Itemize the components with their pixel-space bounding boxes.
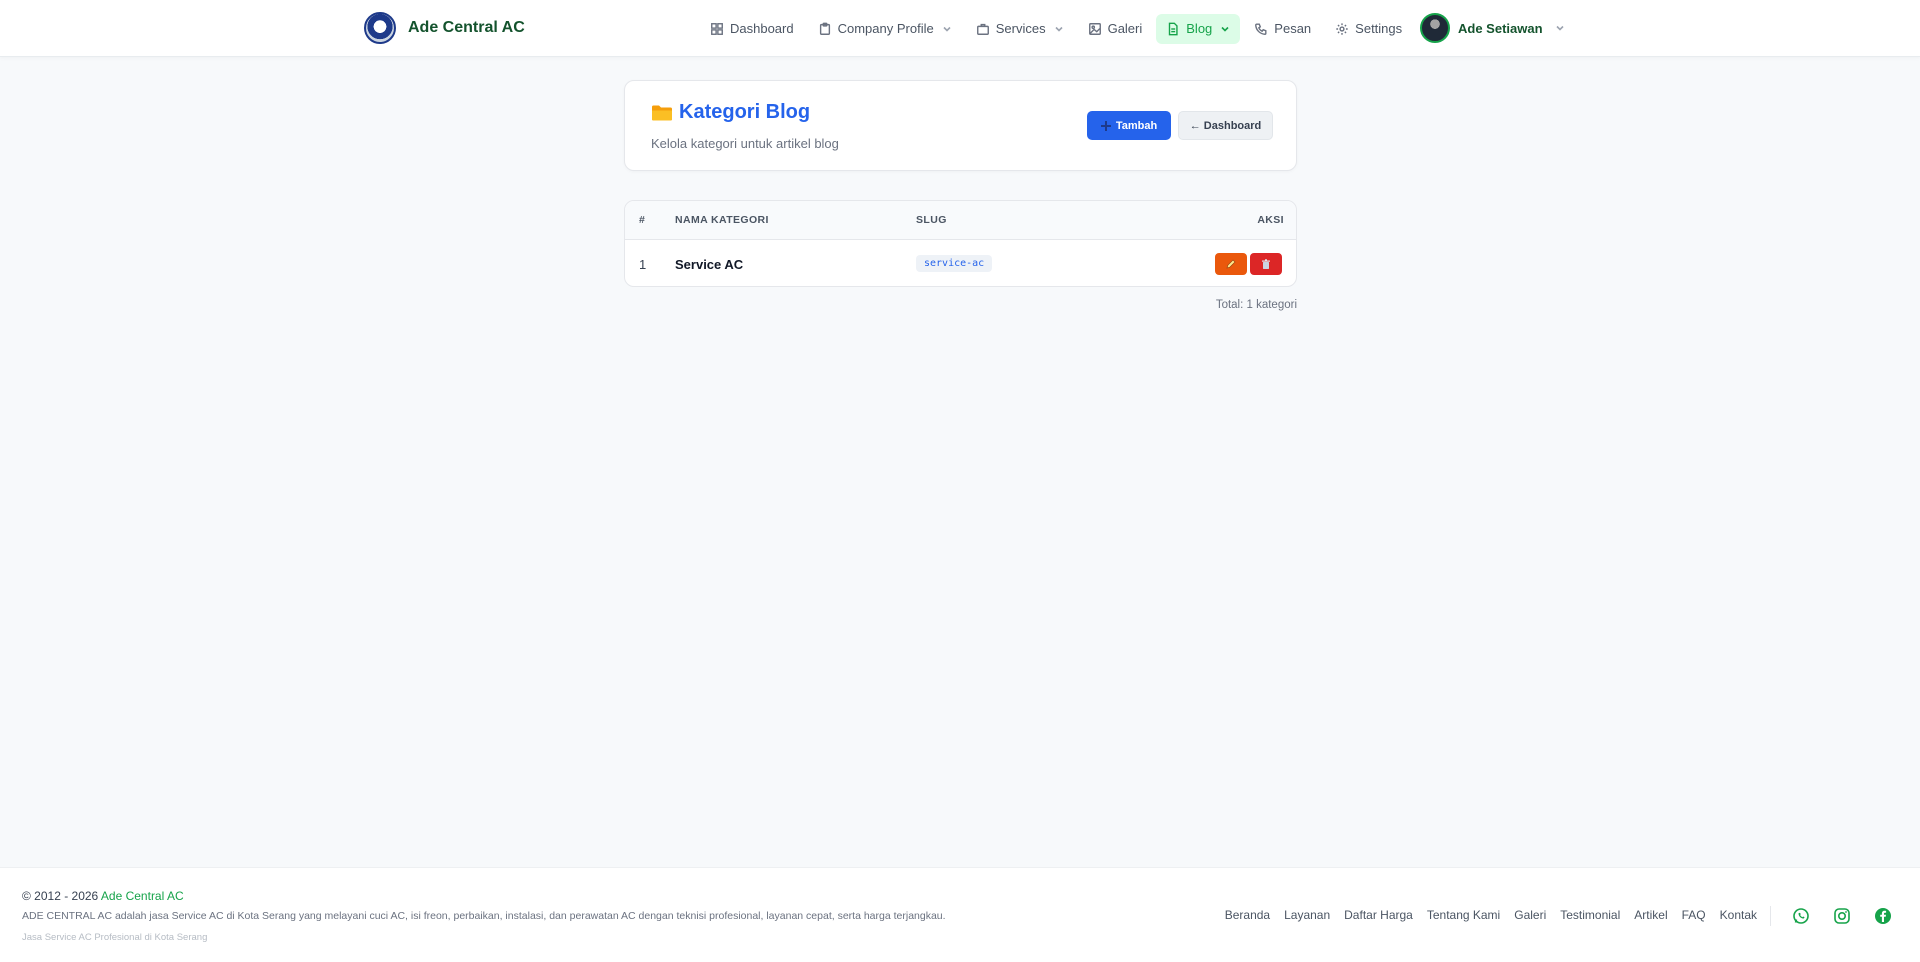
add-category-button[interactable]: Tambah [1087, 111, 1171, 140]
nav-item-label: Galeri [1107, 21, 1143, 36]
row-number: 1 [639, 257, 647, 272]
user-name: Ade Setiawan [1458, 20, 1543, 36]
user-menu[interactable]: Ade Setiawan [1420, 13, 1565, 43]
page-title-text: Kategori Blog [679, 101, 811, 123]
nav-item-company-profile[interactable]: Company Profile [808, 14, 962, 44]
page-header-card: Kategori Blog Kelola kategori untuk arti… [624, 80, 1297, 171]
top-navbar: Ade Central AC Dashboard Company Profile… [0, 0, 1920, 57]
footer-link-testimonial[interactable]: Testimonial [1560, 908, 1620, 922]
footer-brand-link[interactable]: Ade Central AC [101, 889, 184, 903]
edit-button[interactable] [1215, 253, 1247, 275]
folder-icon [651, 104, 673, 122]
avatar [1420, 13, 1450, 43]
add-button-label: Tambah [1115, 119, 1158, 132]
back-to-dashboard-button[interactable]: ← Dashboard [1178, 111, 1273, 140]
whatsapp-icon[interactable] [1791, 906, 1811, 926]
delete-button[interactable] [1250, 253, 1282, 275]
category-slug: service-ac [916, 255, 993, 272]
footer-link-daftar-harga[interactable]: Daftar Harga [1344, 908, 1413, 922]
footer-link-layanan[interactable]: Layanan [1284, 908, 1330, 922]
chevron-down-icon [943, 26, 951, 32]
footer-divider [1770, 906, 1771, 926]
clipboard-icon [819, 22, 830, 35]
brand-logo [364, 12, 396, 44]
nav-menu: Dashboard Company Profile Services Galer… [700, 13, 1412, 44]
footer-link-tentang-kami[interactable]: Tentang Kami [1427, 908, 1500, 922]
footer: © 2012 - 2026 Ade Central AC ADE CENTRAL… [0, 867, 1920, 962]
footer-copyright: © 2012 - 2026 Ade Central AC [22, 889, 184, 903]
footer-link-beranda[interactable]: Beranda [1225, 908, 1270, 922]
category-name: Service AC [675, 257, 744, 272]
nav-item-galeri[interactable]: Galeri [1078, 14, 1153, 44]
nav-item-dashboard[interactable]: Dashboard [700, 14, 804, 44]
image-icon [1088, 22, 1101, 35]
nav-item-blog[interactable]: Blog [1156, 13, 1241, 44]
table-row: 1 Service AC service-ac [625, 241, 1296, 286]
page-subtitle: Kelola kategori untuk artikel blog [651, 136, 839, 151]
chevron-down-icon [1555, 25, 1564, 31]
nav-item-label: Blog [1186, 21, 1213, 36]
nav-item-label: Dashboard [730, 21, 794, 36]
copyright-text: © 2012 - 2026 [22, 889, 101, 903]
plus-icon [1100, 120, 1111, 131]
column-header-number: # [639, 214, 646, 226]
column-header-actions: AKSI [1257, 214, 1284, 226]
footer-link-faq[interactable]: FAQ [1682, 908, 1706, 922]
footer-link-galeri[interactable]: Galeri [1514, 908, 1546, 922]
category-table: # NAMA KATEGORI SLUG AKSI 1 Service AC s… [624, 200, 1297, 287]
nav-item-services[interactable]: Services [966, 14, 1074, 44]
nav-item-pesan[interactable]: Pesan [1244, 14, 1321, 44]
pencil-icon [1226, 259, 1236, 269]
table-header: # NAMA KATEGORI SLUG AKSI [625, 201, 1296, 240]
footer-links: Beranda Layanan Daftar Harga Tentang Kam… [1225, 908, 1757, 922]
footer-link-artikel[interactable]: Artikel [1634, 908, 1667, 922]
nav-item-label: Services [995, 21, 1046, 36]
gear-icon [1336, 22, 1348, 35]
footer-link-kontak[interactable]: Kontak [1720, 908, 1757, 922]
nav-item-label: Settings [1355, 21, 1403, 36]
document-icon [1169, 22, 1178, 35]
footer-description: ADE CENTRAL AC adalah jasa Service AC di… [22, 910, 946, 922]
column-header-slug: SLUG [916, 214, 947, 226]
trash-icon [1262, 259, 1270, 269]
footer-tagline: Jasa Service AC Profesional di Kota Sera… [22, 932, 208, 943]
phone-icon [1255, 22, 1267, 35]
brand[interactable]: Ade Central AC [364, 12, 525, 44]
grid-icon [711, 22, 723, 35]
brand-name: Ade Central AC [408, 19, 525, 36]
chevron-down-icon [1055, 26, 1063, 32]
instagram-icon[interactable] [1832, 906, 1852, 926]
nav-item-label: Company Profile [837, 21, 934, 36]
facebook-icon[interactable] [1873, 906, 1893, 926]
nav-item-settings[interactable]: Settings [1325, 14, 1412, 44]
total-count: Total: 1 kategori [1215, 299, 1297, 311]
chevron-down-icon [1221, 26, 1229, 32]
nav-item-label: Pesan [1274, 21, 1312, 36]
briefcase-icon [976, 23, 989, 35]
column-header-name: NAMA KATEGORI [675, 214, 769, 226]
page-title: Kategori Blog [651, 101, 810, 124]
